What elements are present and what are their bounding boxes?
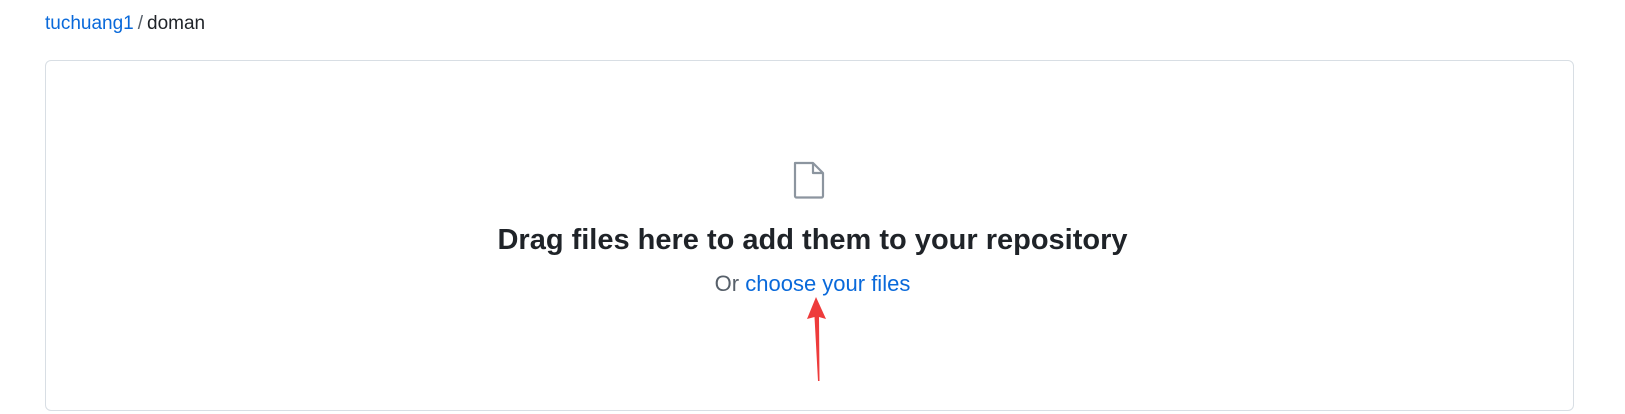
breadcrumb: tuchuang1/doman bbox=[45, 12, 205, 36]
choose-prefix-text: Or bbox=[714, 271, 740, 296]
breadcrumb-separator: / bbox=[137, 13, 144, 34]
drop-zone-headline: Drag files here to add them to your repo… bbox=[497, 224, 1128, 256]
choose-files-link[interactable]: choose your files bbox=[745, 271, 910, 296]
breadcrumb-owner-link[interactable]: tuchuang1 bbox=[45, 13, 134, 34]
annotation-arrow-icon bbox=[807, 297, 826, 381]
breadcrumb-repo-name: doman bbox=[147, 13, 206, 34]
drop-zone-subline: Or choose your files bbox=[0, 270, 1625, 298]
file-icon bbox=[793, 161, 825, 199]
